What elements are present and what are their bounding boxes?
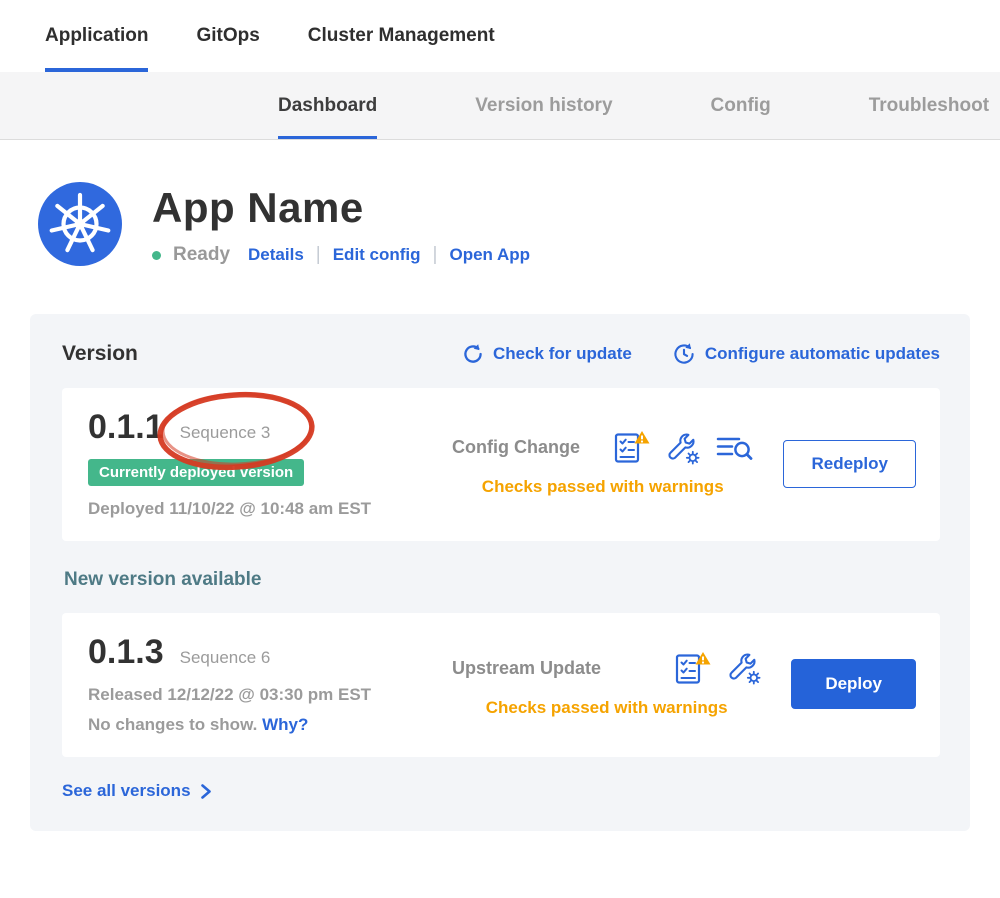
available-version-card: 0.1.3 Sequence 6 Released 12/12/22 @ 03:… — [62, 613, 940, 757]
refresh-icon — [462, 343, 484, 365]
tab-dashboard[interactable]: Dashboard — [278, 72, 377, 139]
current-version-middle: Config Change — [418, 408, 767, 519]
details-link[interactable]: Details — [248, 245, 304, 265]
current-check-icons — [613, 430, 753, 465]
why-link[interactable]: Why? — [262, 715, 308, 734]
available-check-icons — [674, 651, 761, 686]
available-checks-status: Checks passed with warnings — [452, 698, 761, 718]
tab-gitops[interactable]: GitOps — [196, 0, 259, 72]
available-version-action: Deploy — [775, 633, 916, 735]
tab-version-history[interactable]: Version history — [475, 72, 612, 139]
page-title: App Name — [152, 184, 530, 232]
current-version-info: 0.1.1 Sequence 3 Currently deployed vers… — [88, 408, 418, 519]
check-for-update-label: Check for update — [493, 344, 632, 364]
available-change-type: Upstream Update — [452, 658, 601, 679]
available-version-number: 0.1.3 — [88, 633, 164, 672]
deployed-timestamp: Deployed 11/10/22 @ 10:48 am EST — [88, 499, 418, 519]
version-panel-title: Version — [62, 342, 138, 366]
no-changes-label: No changes to show. — [88, 715, 257, 734]
app-subnav: Dashboard Version history Config Trouble… — [0, 72, 1000, 140]
primary-nav: Application GitOps Cluster Management — [0, 0, 1000, 72]
new-version-available-label: New version available — [64, 569, 940, 591]
see-all-versions-link[interactable]: See all versions — [62, 781, 212, 801]
tab-application[interactable]: Application — [45, 0, 148, 72]
status-label: Ready — [173, 244, 230, 266]
version-panel-header: Version Check for update — [62, 342, 940, 366]
deploy-button[interactable]: Deploy — [791, 659, 916, 709]
clock-refresh-icon — [672, 342, 696, 366]
available-sequence-label: Sequence 6 — [180, 648, 271, 668]
available-version-info: 0.1.3 Sequence 6 Released 12/12/22 @ 03:… — [88, 633, 418, 735]
version-panel-actions: Check for update Configure automatic upd… — [462, 342, 940, 366]
link-divider: | — [433, 244, 438, 266]
current-sequence-label: Sequence 3 — [180, 423, 271, 443]
chevron-right-icon — [200, 783, 212, 800]
config-tools-icon[interactable] — [666, 431, 700, 465]
redeploy-button[interactable]: Redeploy — [783, 440, 916, 488]
current-checks-status: Checks passed with warnings — [452, 477, 753, 497]
tab-cluster-management[interactable]: Cluster Management — [308, 0, 495, 72]
preflight-results-icon[interactable] — [716, 433, 753, 463]
app-header: App Name Ready Details | Edit config | O… — [38, 182, 1000, 266]
status-dot-icon — [152, 251, 161, 260]
check-for-update-link[interactable]: Check for update — [462, 342, 632, 366]
checklist-warning-icon[interactable] — [674, 651, 711, 686]
version-panel: Version Check for update — [30, 314, 970, 831]
tab-troubleshoot[interactable]: Troubleshoot — [869, 72, 989, 139]
config-tools-icon[interactable] — [727, 651, 761, 685]
edit-config-link[interactable]: Edit config — [333, 245, 421, 265]
released-timestamp: Released 12/12/22 @ 03:30 pm EST — [88, 685, 418, 705]
current-version-card: 0.1.1 Sequence 3 Currently deployed vers… — [62, 388, 940, 541]
kubernetes-logo-icon — [38, 182, 122, 266]
tab-config[interactable]: Config — [711, 72, 771, 139]
link-divider: | — [316, 244, 321, 266]
configure-auto-updates-label: Configure automatic updates — [705, 344, 940, 364]
current-version-number: 0.1.1 — [88, 408, 164, 447]
available-version-middle: Upstream Update — [418, 633, 775, 735]
open-app-link[interactable]: Open App — [449, 245, 530, 265]
checklist-warning-icon[interactable] — [613, 430, 650, 465]
current-version-action: Redeploy — [767, 408, 916, 519]
see-all-versions-label: See all versions — [62, 781, 191, 801]
currently-deployed-badge: Currently deployed version — [88, 459, 304, 486]
configure-auto-updates-link[interactable]: Configure automatic updates — [672, 342, 940, 366]
current-change-type: Config Change — [452, 437, 580, 458]
app-status-row: Ready Details | Edit config | Open App — [152, 244, 530, 266]
